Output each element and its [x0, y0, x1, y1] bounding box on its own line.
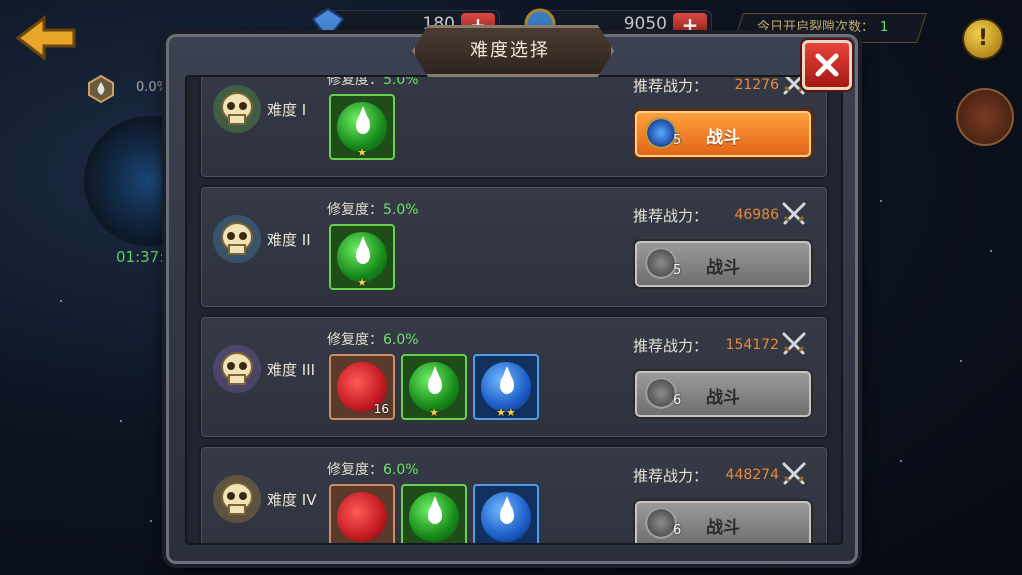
skull-icon [213, 215, 261, 263]
repair-rate: 修复度：6.0% [327, 329, 419, 349]
repair-value: 6.0% [383, 332, 419, 348]
fight-button[interactable]: 5 战斗 [635, 241, 811, 287]
power-label: 推荐战力： [633, 77, 709, 95]
difficulty-label: 难度 II [267, 231, 311, 249]
water-gem-icon [337, 102, 387, 152]
water-gem-icon [481, 362, 531, 412]
blue-gem-reward[interactable]: ★★ [473, 354, 539, 420]
close-icon [815, 53, 839, 77]
difficulty-row: 难度 I 修复度：5.0% ★ 推荐战力： 21276 5 战斗 [199, 75, 829, 179]
blue-gem-reward[interactable] [473, 484, 539, 543]
red-gem-reward[interactable]: 16 [329, 354, 395, 420]
repair-label: 修复度： [327, 75, 383, 88]
repair-value: 5.0% [383, 202, 419, 218]
difficulty-label: 难度 IV [267, 491, 317, 509]
flame-gem-icon [337, 492, 387, 542]
reward-count: 16 [373, 402, 389, 416]
power-value: 154172 [725, 337, 779, 353]
skull-icon [213, 475, 261, 523]
repair-value: 5.0% [383, 75, 419, 88]
power-value: 448274 [725, 467, 779, 483]
water-gem-icon [337, 232, 387, 282]
rift-count-value: 1 [880, 20, 889, 35]
drop-icon [428, 504, 442, 524]
fight-button[interactable]: 5 战斗 [635, 111, 811, 157]
difficulty-row: 难度 IV 修复度：6.0% 推荐战力： 448274 6 战斗 [199, 445, 829, 543]
crossed-swords-icon [782, 462, 806, 485]
green-gem-reward[interactable]: ★ [329, 224, 395, 290]
repair-label: 修复度： [327, 462, 383, 478]
hint-button[interactable]: ! [962, 18, 1004, 60]
close-button[interactable] [802, 40, 852, 90]
power-value: 21276 [734, 77, 779, 93]
red-gem-reward[interactable] [329, 484, 395, 543]
star-rating: ★ [357, 146, 367, 159]
green-gem-reward[interactable] [401, 484, 467, 543]
gem-value: 9050 [623, 14, 667, 34]
difficulty-row: 难度 II 修复度：5.0% ★ 推荐战力： 46986 5 战斗 [199, 185, 829, 309]
fight-button[interactable]: 6 战斗 [635, 501, 811, 543]
power-label: 推荐战力： [633, 207, 709, 225]
difficulty-label: 难度 III [267, 361, 316, 379]
green-gem-reward[interactable]: ★ [401, 354, 467, 420]
difficulty-row: 难度 III 修复度：6.0% 16 ★ ★★ 推荐战力： 154172 6 战斗 [199, 315, 829, 439]
left-percent: 0.0% [136, 80, 170, 95]
difficulty-label: 难度 I [267, 101, 307, 119]
drop-icon [356, 114, 370, 134]
drop-icon [500, 374, 514, 394]
fight-label: 战斗 [706, 258, 740, 278]
repair-rate: 修复度：5.0% [327, 75, 419, 89]
power-value: 46986 [734, 207, 779, 223]
fight-label: 战斗 [706, 388, 740, 408]
star-rating: ★ [429, 406, 439, 419]
crossed-swords-icon [782, 202, 806, 225]
water-drop-icon [88, 74, 114, 104]
fight-button[interactable]: 6 战斗 [635, 371, 811, 417]
difficulty-dialog: 难度 I 修复度：5.0% ★ 推荐战力： 21276 5 战斗 难度 II 修复度：5.0… [166, 34, 858, 564]
repair-rate: 修复度：6.0% [327, 459, 419, 479]
skull-icon [213, 345, 261, 393]
crossed-swords-icon [782, 332, 806, 355]
chest-button[interactable] [956, 88, 1014, 146]
green-gem-reward[interactable]: ★ [329, 94, 395, 160]
drop-icon [500, 504, 514, 524]
rift-count-label: 今日开启裂隙次数： [757, 20, 875, 35]
drop-icon [356, 244, 370, 264]
repair-value: 6.0% [383, 462, 419, 478]
power-label: 推荐战力： [633, 337, 709, 355]
star-rating: ★★ [496, 406, 516, 419]
water-gem-icon [481, 492, 531, 542]
fight-label: 战斗 [706, 128, 740, 148]
dialog-title: 难度选择 [470, 40, 550, 61]
difficulty-list[interactable]: 难度 I 修复度：5.0% ★ 推荐战力： 21276 5 战斗 难度 II 修复度：5.0… [185, 75, 843, 545]
water-gem-icon [409, 492, 459, 542]
power-label: 推荐战力： [633, 467, 709, 485]
back-arrow-icon[interactable] [14, 14, 78, 62]
repair-rate: 修复度：5.0% [327, 199, 419, 219]
water-gem-icon [409, 362, 459, 412]
drop-icon [428, 374, 442, 394]
repair-label: 修复度： [327, 332, 383, 348]
skull-icon [213, 85, 261, 133]
fight-label: 战斗 [706, 518, 740, 538]
star-rating: ★ [357, 276, 367, 289]
repair-label: 修复度： [327, 202, 383, 218]
